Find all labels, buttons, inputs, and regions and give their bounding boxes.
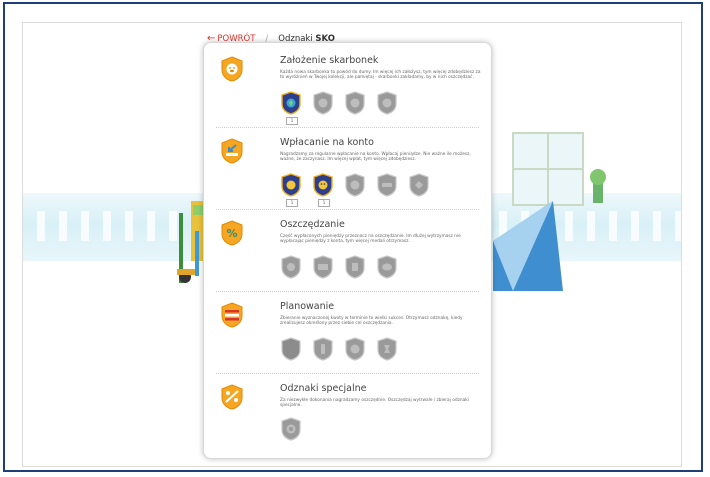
section-deposits: Wpłacanie na konto Nagradzamy za regular… <box>204 133 491 213</box>
badge-earned[interactable]: 1 <box>312 173 334 207</box>
section-description: Zbieranie wyznaczonej kwoty w terminie t… <box>280 316 463 327</box>
window-illustration <box>493 132 606 291</box>
badge-row: 1 <box>280 91 398 125</box>
section-divider <box>216 209 479 210</box>
svg-text:%: % <box>226 227 237 240</box>
badge-locked[interactable] <box>344 91 366 115</box>
section-description: Nagradzamy za regularne wpłacanie na kon… <box>280 152 471 163</box>
badge-locked[interactable] <box>312 337 334 361</box>
special-badge-icon <box>221 384 243 410</box>
badge-locked[interactable] <box>280 417 302 441</box>
section-piggy-banks: Założenie skarbonek Każda nowa skarbonka… <box>204 51 491 131</box>
badges-panel: Założenie skarbonek Każda nowa skarbonka… <box>203 42 492 459</box>
badge-row <box>280 337 398 361</box>
badge-earned[interactable]: 1 <box>280 91 302 125</box>
badge-row <box>280 255 398 279</box>
badge-count: 1 <box>286 199 298 207</box>
section-title: Odznaki specjalne <box>280 383 367 394</box>
badge-locked[interactable] <box>376 91 398 115</box>
section-saving: % Oszczędzanie Część wypłaconych pienięd… <box>204 215 491 295</box>
badge-locked[interactable] <box>280 337 302 361</box>
section-title: Założenie skarbonek <box>280 55 379 66</box>
badge-locked[interactable] <box>344 337 366 361</box>
badge-locked[interactable] <box>376 173 398 197</box>
badge-row <box>280 417 302 441</box>
badge-row: 1 1 <box>280 173 430 207</box>
section-title: Planowanie <box>280 301 335 312</box>
section-description: Za niezwykłe dokonania nagradzamy oszczę… <box>280 398 469 409</box>
badge-locked[interactable] <box>312 91 334 115</box>
deposit-arrow-icon <box>221 138 243 164</box>
badge-locked[interactable] <box>376 337 398 361</box>
badge-count: 1 <box>286 117 298 125</box>
badge-earned[interactable]: 1 <box>280 173 302 207</box>
section-special: Odznaki specjalne Za niezwykłe dokonania… <box>204 379 491 459</box>
section-description: Część wypłaconych pieniędzy przeznacz na… <box>280 234 461 245</box>
badge-locked[interactable] <box>376 255 398 279</box>
section-title: Oszczędzanie <box>280 219 345 230</box>
planning-icon <box>221 302 243 328</box>
section-title: Wpłacanie na konto <box>280 137 374 148</box>
badge-locked[interactable] <box>280 255 302 279</box>
section-divider <box>216 373 479 374</box>
section-divider <box>216 127 479 128</box>
badge-locked[interactable] <box>344 173 366 197</box>
badge-locked[interactable] <box>344 255 366 279</box>
piggy-bank-icon <box>221 56 243 82</box>
badge-count: 1 <box>318 199 330 207</box>
badge-locked[interactable] <box>408 173 430 197</box>
section-description: Każda nowa skarbonka to powód do dumy. I… <box>280 70 481 81</box>
percent-icon: % <box>221 220 243 246</box>
app-viewport: ← POWRÓT / Odznaki SKO Założenie skarbon… <box>22 22 682 467</box>
section-planning: Planowanie Zbieranie wyznaczonej kwoty w… <box>204 297 491 377</box>
section-divider <box>216 291 479 292</box>
badge-locked[interactable] <box>312 255 334 279</box>
